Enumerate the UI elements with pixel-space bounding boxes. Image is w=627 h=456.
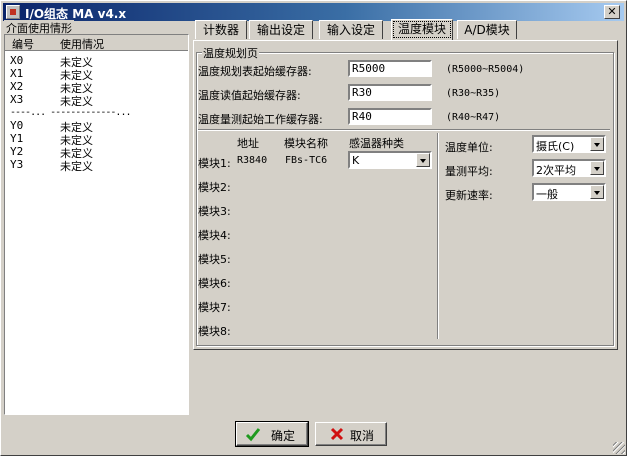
sensor-type-value: K [352, 154, 360, 167]
app-icon [6, 5, 20, 19]
work-register-input[interactable] [348, 108, 432, 125]
col-header-status: 使用情况 [60, 38, 104, 51]
vertical-divider [437, 133, 439, 339]
module-1-address: R3840 [237, 155, 268, 166]
list-item[interactable]: Y1 未定义 [5, 132, 188, 147]
cancel-label: 取消 [350, 429, 375, 443]
update-rate-label: 更新速率: [445, 189, 493, 202]
io-id: X0 [10, 54, 24, 67]
list-separator: ----... -------------... [10, 107, 131, 118]
chevron-down-icon[interactable] [590, 161, 604, 175]
chevron-down-icon[interactable] [590, 185, 604, 199]
io-id: X3 [10, 93, 24, 106]
work-register-label: 温度量测起始工作缓存器: [198, 113, 323, 126]
io-usage-list[interactable]: 编号 使用情况 X0 未定义 X1 未定义 X2 未定义 X3 未定义 ----... … [4, 34, 189, 415]
update-rate-select[interactable]: 一般 [532, 183, 606, 201]
ok-button[interactable]: 确定 [235, 421, 309, 447]
plan-table-range: (R5000~R5004) [446, 64, 525, 75]
io-id: Y1 [10, 132, 24, 145]
col-header-address: 地址 [237, 137, 259, 150]
list-item[interactable]: X2 未定义 [5, 80, 188, 95]
module-7-label: 模块7: [198, 301, 231, 314]
read-register-input[interactable] [348, 84, 432, 101]
io-id: X2 [10, 80, 24, 93]
divider [198, 129, 610, 131]
sensor-type-select[interactable]: K [348, 151, 432, 169]
module-8-label: 模块8: [198, 325, 231, 338]
cancel-x-icon [330, 427, 344, 441]
module-2-label: 模块2: [198, 181, 231, 194]
resize-grip[interactable] [613, 442, 625, 454]
list-item[interactable]: Y2 未定义 [5, 145, 188, 160]
module-1-label: 模块1: [198, 157, 231, 170]
io-id: Y3 [10, 158, 24, 171]
close-button[interactable]: ✕ [604, 5, 620, 19]
average-value: 2次平均 [536, 164, 576, 177]
module-4-label: 模块4: [198, 229, 231, 242]
update-rate-value: 一般 [536, 188, 558, 201]
module-3-label: 模块3: [198, 205, 231, 218]
tab-input-settings[interactable]: 输入设定 [319, 20, 383, 39]
list-item[interactable]: X0 未定义 [5, 54, 188, 69]
plan-table-register-input[interactable] [348, 60, 432, 77]
tab-output-settings[interactable]: 输出设定 [249, 20, 313, 39]
ok-label: 确定 [271, 429, 296, 443]
average-label: 量测平均: [445, 165, 493, 178]
io-id: Y0 [10, 119, 24, 132]
work-register-range: (R40~R47) [446, 112, 501, 123]
chevron-down-icon[interactable] [416, 153, 430, 167]
cancel-button[interactable]: 取消 [315, 422, 387, 446]
title-bar[interactable]: I/O组态 MA v4.x ✕ [3, 3, 624, 21]
io-id: Y2 [10, 145, 24, 158]
module-5-label: 模块5: [198, 253, 231, 266]
col-header-module-name: 模块名称 [284, 137, 328, 150]
average-select[interactable]: 2次平均 [532, 159, 606, 177]
temp-unit-select[interactable]: 摄氏(C) [532, 135, 606, 153]
temp-unit-value: 摄氏(C) [536, 140, 575, 153]
read-register-range: (R30~R35) [446, 88, 501, 99]
list-header: 编号 使用情况 [5, 35, 188, 51]
tab-counter[interactable]: 计数器 [195, 20, 247, 39]
col-header-id: 编号 [12, 38, 34, 51]
temp-unit-label: 温度单位: [445, 141, 493, 154]
plan-table-register-label: 温度规划表起始缓存器: [198, 65, 312, 78]
checkmark-icon [245, 428, 261, 442]
tab-ad-module[interactable]: A/D模块 [457, 20, 517, 39]
read-register-label: 温度读值起始缓存器: [198, 89, 301, 102]
io-id: X1 [10, 67, 24, 80]
chevron-down-icon[interactable] [590, 137, 604, 151]
tab-temperature-module[interactable]: 温度模块 [391, 19, 453, 40]
io-status: 未定义 [60, 160, 93, 173]
temp-plan-group-title: 温度规划页 [202, 45, 259, 61]
list-item[interactable]: Y0 未定义 [5, 119, 188, 134]
module-6-label: 模块6: [198, 277, 231, 290]
list-item[interactable]: Y3 未定义 [5, 158, 188, 173]
module-1-name: FBs-TC6 [285, 155, 328, 166]
list-item[interactable]: X3 未定义 [5, 93, 188, 108]
col-header-sensor-type: 感温器种类 [349, 137, 404, 150]
list-item[interactable]: X1 未定义 [5, 67, 188, 82]
